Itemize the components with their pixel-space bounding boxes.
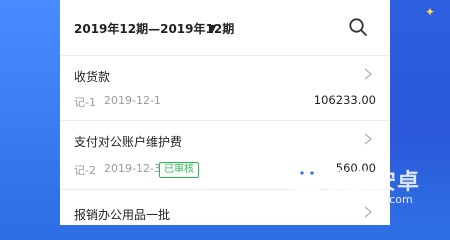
watermark-name: 我爱安卓 [328, 170, 421, 195]
voucher-number: 记-1 [74, 96, 96, 109]
triangle-down-icon[interactable]: ▼ [208, 22, 216, 35]
entry-amount: 106233.00 [313, 93, 376, 107]
sparkle-icon: ✦ [424, 5, 436, 19]
entry-title: 支付对公账户维护费 [74, 135, 183, 149]
entry-title: 报销办公用品一批 [74, 208, 171, 222]
watermark-url: 52android.com [330, 193, 413, 206]
search-icon[interactable] [348, 17, 368, 37]
filter-bar: 2019年12期—2019年12期 ▼ [60, 0, 390, 56]
status-badge: 已审核 [159, 162, 199, 178]
entry-date: 2019-12-1 [104, 94, 161, 107]
list-item[interactable]: 收货款 记-1 2019-12-1 106233.00 [60, 56, 390, 121]
watermark: 我爱安卓 52android.com [290, 160, 440, 215]
voucher-number: 记-2 [74, 164, 96, 177]
chevron-right-icon [364, 68, 373, 80]
android-logo-icon [295, 170, 319, 202]
chevron-right-icon [364, 133, 373, 145]
entry-date: 2019-12-3 [104, 162, 161, 175]
entry-title: 收货款 [74, 70, 111, 84]
background-left [0, 0, 60, 225]
